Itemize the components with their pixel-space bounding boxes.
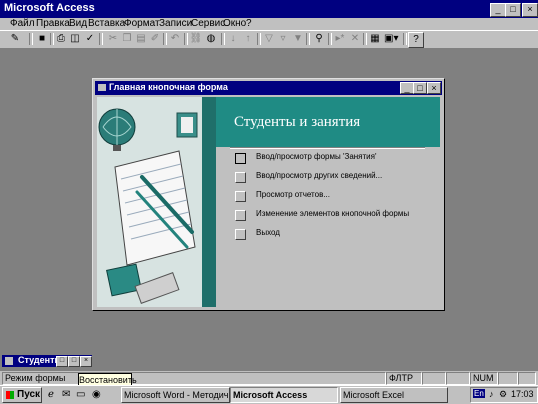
taskbar-button-excel[interactable]: Microsoft Excel [340, 387, 448, 403]
tray-icon[interactable]: ♪ [489, 389, 494, 399]
quicklaunch-ie-icon[interactable]: ℯ [48, 389, 54, 400]
delete-record-icon[interactable]: ✕ [348, 32, 362, 46]
status-panel [446, 372, 470, 385]
toolbar-separator [163, 33, 167, 45]
quicklaunch-outlook-icon[interactable]: ✉ [62, 389, 70, 400]
system-tray: En ♪ ⚙ 17:03 [470, 387, 538, 403]
status-filter: ФЛТР [386, 372, 422, 385]
apply-filter-icon[interactable]: ▼ [291, 32, 305, 46]
menu-format[interactable]: Формат [124, 18, 160, 30]
web-toolbar-icon[interactable]: ◍ [204, 32, 218, 46]
switchboard-minimize-button[interactable]: _ [400, 82, 414, 94]
switchboard-client-area: Студенты и занятия Ввод/просмотр формы '… [97, 97, 440, 307]
taskbar-button-access[interactable]: Microsoft Access [230, 387, 338, 403]
toolbar-separator [29, 33, 33, 45]
status-mode: Режим формы [2, 372, 386, 385]
status-panel [518, 372, 536, 385]
menu-tools[interactable]: Сервис [191, 18, 225, 30]
toolbar-separator [184, 33, 188, 45]
switchboard-item-button[interactable] [235, 210, 246, 221]
save-icon[interactable]: ■ [35, 32, 49, 46]
app-title-bar: Microsoft Access _ □ × [0, 0, 538, 18]
toolbar-separator [221, 33, 225, 45]
switchboard-stripe [202, 97, 216, 307]
print-icon[interactable]: ⎙ [54, 32, 68, 46]
print-preview-icon[interactable]: ◫ [68, 32, 82, 46]
language-indicator[interactable]: En [473, 389, 485, 398]
start-label: Пуск [17, 389, 41, 400]
quicklaunch-channels-icon[interactable]: ◉ [92, 389, 101, 400]
switchboard-item-button[interactable] [235, 172, 246, 183]
spelling-icon[interactable]: ✓ [83, 32, 97, 46]
form-icon [98, 84, 106, 91]
help-icon[interactable]: ? [408, 32, 424, 48]
switchboard-title-bar: Главная кнопочная форма _ □ × [95, 81, 442, 95]
close-button[interactable]: × [522, 3, 538, 17]
status-num: NUM [470, 372, 498, 385]
app-title: Microsoft Access [4, 2, 95, 14]
tray-icon[interactable]: ⚙ [499, 389, 507, 400]
switchboard-item-button[interactable] [235, 229, 246, 240]
switchboard-item-button[interactable] [235, 153, 246, 164]
start-button[interactable]: Пуск [2, 387, 42, 403]
switchboard-item-label: Ввод/просмотр других сведений... [256, 171, 383, 180]
close-button[interactable]: × [80, 356, 92, 367]
filter-by-form-icon[interactable]: ▿ [276, 32, 290, 46]
toolbar: ✎ ■ ⎙ ◫ ✓ ✂ ❐ ▤ ✐ ↶ ⛓ ◍ ↓ ↑ ▽ ▿ ▼ ⚲ ▸* ✕… [0, 30, 538, 49]
copy-icon[interactable]: ❐ [120, 32, 134, 46]
toolbar-separator [403, 33, 407, 45]
taskbar: Пуск ℯ ✉ ▭ ◉ Microsoft Word - Методич...… [0, 385, 538, 404]
filter-by-selection-icon[interactable]: ▽ [262, 32, 276, 46]
menu-window[interactable]: Окно [223, 18, 246, 30]
toolbar-separator [257, 33, 261, 45]
sort-descending-icon[interactable]: ↑ [241, 32, 255, 46]
minimize-button[interactable]: _ [490, 3, 506, 17]
menu-edit[interactable]: Правка [36, 18, 70, 30]
status-panel [498, 372, 518, 385]
switchboard-illustration [97, 97, 202, 307]
maximize-button[interactable]: □ [505, 3, 521, 17]
menu-records[interactable]: Записи [159, 18, 192, 30]
paste-icon[interactable]: ▤ [134, 32, 148, 46]
divider [230, 147, 425, 149]
menu-file[interactable]: Файл [10, 18, 35, 30]
toolbar-separator [363, 33, 367, 45]
switchboard-item-label: Изменение элементов кнопочной формы [256, 209, 410, 218]
form-icon [5, 357, 13, 365]
format-painter-icon[interactable]: ✐ [148, 32, 162, 46]
menu-help[interactable]: ? [246, 18, 252, 30]
restore-button[interactable]: □ [56, 356, 68, 367]
toolbar-separator [328, 33, 332, 45]
switchboard-item-label: Ввод/просмотр формы 'Занятия' [256, 152, 377, 161]
menu-bar: Файл Правка Вид Вставка Формат Записи Се… [0, 18, 538, 30]
status-panel [422, 372, 446, 385]
toolbar-separator [99, 33, 103, 45]
maximize-button[interactable]: □ [68, 356, 80, 367]
switchboard-window: Главная кнопочная форма _ □ × Студенты и… [92, 78, 445, 311]
new-record-icon[interactable]: ▸* [333, 32, 347, 46]
database-window-icon[interactable]: ▦ [368, 32, 382, 46]
switchboard-title: Главная кнопочная форма [109, 82, 228, 92]
new-object-icon[interactable]: ▣▾ [384, 32, 398, 46]
clock[interactable]: 17:03 [511, 389, 534, 399]
toolbar-separator [306, 33, 310, 45]
minimized-window[interactable]: Студенты и □ □ × [2, 355, 92, 367]
switchboard-item-label: Просмотр отчетов... [256, 190, 330, 199]
switchboard-maximize-button[interactable]: □ [413, 82, 427, 94]
find-icon[interactable]: ⚲ [312, 32, 326, 46]
insert-hyperlink-icon[interactable]: ⛓ [189, 32, 203, 46]
windows-logo-icon [6, 391, 14, 399]
menu-insert[interactable]: Вставка [88, 18, 125, 30]
quicklaunch-desktop-icon[interactable]: ▭ [76, 389, 85, 400]
sort-ascending-icon[interactable]: ↓ [226, 32, 240, 46]
taskbar-button-word[interactable]: Microsoft Word - Методич... [121, 387, 230, 403]
design-view-icon[interactable]: ✎ [8, 32, 22, 46]
switchboard-close-button[interactable]: × [427, 82, 441, 94]
switchboard-item-label: Выход [256, 228, 280, 237]
undo-icon[interactable]: ↶ [168, 32, 182, 46]
menu-view[interactable]: Вид [69, 18, 87, 30]
switchboard-heading: Студенты и занятия [234, 114, 361, 130]
switchboard-item-button[interactable] [235, 191, 246, 202]
cut-icon[interactable]: ✂ [106, 32, 120, 46]
